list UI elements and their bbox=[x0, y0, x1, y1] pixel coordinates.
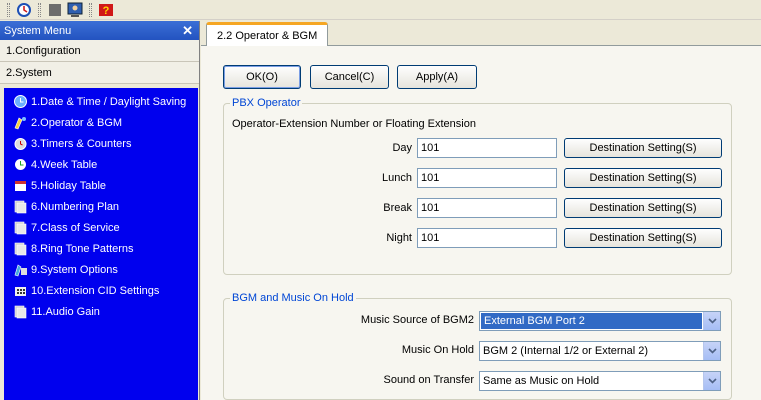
sidebar-item-operator-bgm[interactable]: 2.Operator & BGM bbox=[4, 112, 198, 133]
pbx-operator-title: PBX Operator bbox=[230, 97, 303, 109]
toolbar-grip bbox=[7, 2, 10, 17]
night-destination-button[interactable]: Destination Setting(S) bbox=[564, 228, 722, 248]
music-source-select[interactable]: External BGM Port 2 bbox=[479, 311, 721, 331]
operator-icon bbox=[12, 115, 28, 131]
apply-button[interactable]: Apply(A) bbox=[397, 65, 477, 89]
sidebar-item-label: 5.Holiday Table bbox=[31, 179, 107, 192]
sidebar-item-label: 6.Numbering Plan bbox=[31, 200, 120, 213]
lunch-destination-button[interactable]: Destination Setting(S) bbox=[564, 168, 722, 188]
sidebar-item-label: 9.System Options bbox=[31, 263, 118, 276]
night-extension-input[interactable]: 101 bbox=[417, 228, 557, 248]
holiday-icon bbox=[12, 178, 28, 194]
break-extension-input[interactable]: 101 bbox=[417, 198, 557, 218]
sidebar-item-extension-cid[interactable]: 10.Extension CID Settings bbox=[4, 280, 198, 301]
music-on-hold-label: Music On Hold bbox=[401, 344, 474, 356]
folder-icon bbox=[12, 241, 28, 257]
section-configuration[interactable]: 1.Configuration bbox=[0, 40, 199, 62]
pbx-operator-group: PBX Operator Operator-Extension Number o… bbox=[223, 97, 732, 275]
sidebar-item-label: 10.Extension CID Settings bbox=[31, 284, 160, 297]
music-on-hold-select[interactable]: BGM 2 (Internal 1/2 or External 2) bbox=[479, 341, 721, 361]
sound-on-transfer-select[interactable]: Same as Music on Hold bbox=[479, 371, 721, 391]
ok-button[interactable]: OK(O) bbox=[223, 65, 301, 89]
sound-on-transfer-label: Sound on Transfer bbox=[383, 374, 474, 386]
system-menu-list: 1.Date & Time / Daylight Saving 2.Operat… bbox=[4, 88, 198, 400]
sidebar-item-numbering-plan[interactable]: 6.Numbering Plan bbox=[4, 196, 198, 217]
folder-icon bbox=[12, 304, 28, 320]
sidebar-item-holiday-table[interactable]: 5.Holiday Table bbox=[4, 175, 198, 196]
block-icon[interactable] bbox=[46, 1, 64, 19]
refresh-icon[interactable] bbox=[15, 1, 33, 19]
day-extension-input[interactable]: 101 bbox=[417, 138, 557, 158]
chevron-down-icon[interactable] bbox=[703, 312, 720, 330]
tab-content: OK(O) Cancel(C) Apply(A) PBX Operator Op… bbox=[201, 46, 761, 400]
break-label: Break bbox=[383, 202, 412, 214]
tab-operator-bgm[interactable]: 2.2 Operator & BGM bbox=[206, 22, 329, 47]
lunch-label: Lunch bbox=[382, 172, 412, 184]
sidebar-item-label: 2.Operator & BGM bbox=[31, 116, 123, 129]
system-menu-title: System Menu bbox=[4, 24, 72, 37]
folder-icon bbox=[12, 220, 28, 236]
cancel-button[interactable]: Cancel(C) bbox=[310, 65, 389, 89]
sidebar-item-label: 7.Class of Service bbox=[31, 221, 120, 234]
lunch-extension-input[interactable]: 101 bbox=[417, 168, 557, 188]
sidebar-item-audio-gain[interactable]: 11.Audio Gain bbox=[4, 301, 198, 322]
system-menu-panel: System Menu ✕ 1.Configuration 2.System 1… bbox=[0, 21, 200, 400]
day-destination-button[interactable]: Destination Setting(S) bbox=[564, 138, 722, 158]
toolbar: ? bbox=[0, 0, 761, 20]
sound-on-transfer-value: Same as Music on Hold bbox=[483, 375, 600, 387]
svg-text:?: ? bbox=[103, 5, 110, 17]
pbx-operator-subtitle: Operator-Extension Number or Floating Ex… bbox=[232, 118, 476, 130]
music-source-label: Music Source of BGM2 bbox=[360, 314, 474, 326]
sidebar-item-date-time[interactable]: 1.Date & Time / Daylight Saving bbox=[4, 91, 198, 112]
sidebar-item-label: 3.Timers & Counters bbox=[31, 137, 132, 150]
night-label: Night bbox=[386, 232, 412, 244]
main-panel: 2.2 Operator & BGM OK(O) Cancel(C) Apply… bbox=[201, 21, 761, 400]
close-icon[interactable]: ✕ bbox=[182, 24, 193, 37]
sidebar-item-label: 8.Ring Tone Patterns bbox=[31, 242, 134, 255]
tab-bar: 2.2 Operator & BGM bbox=[201, 21, 761, 47]
music-source-value: External BGM Port 2 bbox=[481, 313, 702, 329]
bgm-group: BGM and Music On Hold Music Source of BG… bbox=[223, 292, 732, 400]
sidebar-item-class-of-service[interactable]: 7.Class of Service bbox=[4, 217, 198, 238]
week-table-icon bbox=[12, 157, 28, 173]
phone-keypad-icon bbox=[12, 283, 28, 299]
sidebar-item-label: 11.Audio Gain bbox=[31, 305, 100, 318]
timer-icon bbox=[12, 136, 28, 152]
day-label: Day bbox=[392, 142, 412, 154]
system-menu-header: System Menu ✕ bbox=[0, 21, 199, 40]
system-options-icon bbox=[12, 262, 28, 278]
toolbar-grip bbox=[38, 2, 41, 17]
monitor-user-icon[interactable] bbox=[66, 1, 84, 19]
sidebar-item-week-table[interactable]: 4.Week Table bbox=[4, 154, 198, 175]
help-icon[interactable]: ? bbox=[97, 1, 115, 19]
chevron-down-icon[interactable] bbox=[703, 372, 720, 390]
folder-icon bbox=[12, 199, 28, 215]
toolbar-grip bbox=[89, 2, 92, 17]
globe-clock-icon bbox=[12, 94, 28, 110]
music-on-hold-value: BGM 2 (Internal 1/2 or External 2) bbox=[483, 345, 649, 357]
sidebar-item-ring-tone[interactable]: 8.Ring Tone Patterns bbox=[4, 238, 198, 259]
bgm-title: BGM and Music On Hold bbox=[230, 292, 356, 304]
break-destination-button[interactable]: Destination Setting(S) bbox=[564, 198, 722, 218]
sidebar-item-label: 4.Week Table bbox=[31, 158, 98, 171]
sidebar-item-timers[interactable]: 3.Timers & Counters bbox=[4, 133, 198, 154]
chevron-down-icon[interactable] bbox=[703, 342, 720, 360]
sidebar-item-system-options[interactable]: 9.System Options bbox=[4, 259, 198, 280]
sidebar-item-label: 1.Date & Time / Daylight Saving bbox=[31, 95, 187, 108]
section-system[interactable]: 2.System bbox=[0, 62, 199, 84]
